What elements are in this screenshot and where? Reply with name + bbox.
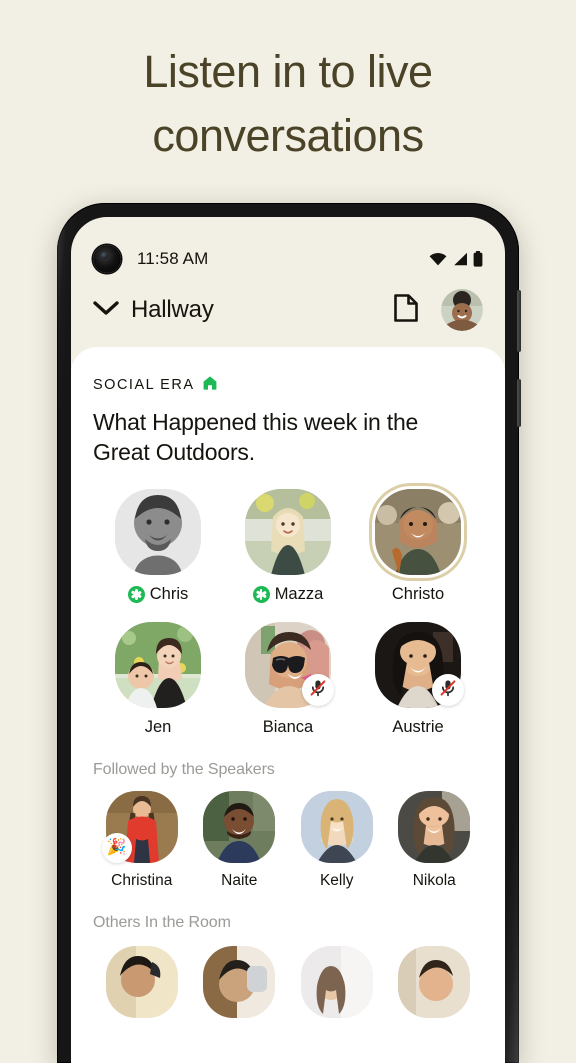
muted-mic-badge [302,674,334,706]
avatar-wrap [245,489,331,575]
speaker-name: Chris [149,585,189,603]
speaker-name: Christo [391,585,445,603]
follower-name-row: Christina [111,872,172,890]
app-bar-actions [393,289,483,331]
room-title: What Happened this week in the Great Out… [93,409,419,465]
speaker-name: Jen [144,718,172,736]
room-selector[interactable]: Hallway [93,296,393,324]
followers-grid: 🎉 Christina Naite Kelly Nikola [93,791,483,890]
muted-mic-badge [432,674,464,706]
followed-by-speakers-label: Followed by the Speakers [93,761,275,778]
avatar [398,791,471,863]
front-camera-icon [93,245,121,273]
avatar-wrap [203,791,276,863]
avatar-wrap: 🎉 [101,791,178,863]
other-person-1[interactable] [93,946,191,1018]
avatar [398,946,471,1018]
speaker-jen[interactable]: Jen [93,622,223,737]
speaker-bianca[interactable]: Bianca [223,622,353,737]
profile-avatar[interactable] [441,289,483,331]
avatar [115,622,201,708]
speaker-name: Mazza [274,585,324,603]
mic-off-icon [438,678,458,703]
speaker-chris[interactable]: Chris [93,489,223,604]
speaker-mazza[interactable]: Mazza [223,489,353,604]
speaker-name-row: Christo [392,585,444,604]
other-person-2[interactable] [191,946,289,1018]
phone-frame: 11:58 AM Hallway SOCIAL ERA What Happene… [57,203,521,1063]
new-user-badge: 🎉 [101,833,132,863]
others-in-the-room-label: Others In the Room [93,914,231,931]
app-bar: Hallway [71,273,505,347]
chevron-down-icon[interactable] [93,300,119,321]
document-icon[interactable] [393,293,419,328]
mic-off-icon [308,678,328,703]
avatar-wrap [375,622,464,708]
speaker-name: Bianca [262,718,314,736]
follower-kelly[interactable]: Kelly [288,791,386,890]
avatar [375,489,461,575]
avatar [105,946,178,1018]
avatar [245,489,331,575]
status-bar: 11:58 AM [71,217,505,273]
avatar-wrap [300,791,373,863]
moderator-badge-icon [127,586,145,603]
follower-name-row: Nikola [413,872,456,890]
room-card: SOCIAL ERA What Happened this week in th… [71,347,505,1063]
room-kicker-label: SOCIAL ERA [93,377,195,393]
others-grid [93,946,483,1018]
follower-name: Nikola [412,872,456,889]
other-person-3[interactable] [288,946,386,1018]
moderator-badge-icon [252,586,270,603]
follower-naite[interactable]: Naite [191,791,289,890]
phone-screen: 11:58 AM Hallway SOCIAL ERA What Happene… [71,217,505,1063]
follower-name-row: Kelly [320,872,354,890]
wifi-icon [429,252,447,271]
avatar-wrap [398,791,471,863]
room-kicker: SOCIAL ERA [93,375,483,395]
follower-name: Kelly [319,872,354,889]
avatar [300,946,373,1018]
volume-button[interactable] [517,290,521,352]
avatar-wrap [115,489,201,575]
speaker-austrie[interactable]: Austrie [353,622,483,737]
promo-headline: Listen in to live conversations [143,46,433,161]
status-bar-icons [429,251,483,272]
follower-name: Naite [221,872,258,889]
avatar-wrap [115,622,201,708]
speaker-name-row: Bianca [263,718,313,737]
battery-icon [473,251,483,272]
status-bar-clock: 11:58 AM [137,249,209,268]
speaker-name-row: Jen [145,718,172,737]
follower-nikola[interactable]: Nikola [386,791,484,890]
avatar [115,489,201,575]
room-name: Hallway [131,296,214,323]
speaker-name-row: Mazza [252,585,324,604]
avatar [203,791,276,863]
avatar-wrap [375,489,461,575]
other-person-4[interactable] [386,946,484,1018]
power-button[interactable] [517,379,521,427]
speaker-name-row: Austrie [392,718,443,737]
speaker-christo[interactable]: Christo [353,489,483,604]
avatar [300,791,373,863]
follower-name: Christina [111,872,173,889]
speaker-name-row: Chris [127,585,189,604]
avatar-wrap [245,622,334,708]
avatar [203,946,276,1018]
follower-name-row: Naite [221,872,257,890]
speaker-name: Austrie [392,718,444,736]
follower-christina[interactable]: 🎉 Christina [93,791,191,890]
speakers-grid: Chris Mazza Christo Jen Bianca Austrie [93,489,483,737]
house-icon [202,375,218,395]
cellular-signal-icon [452,252,468,271]
